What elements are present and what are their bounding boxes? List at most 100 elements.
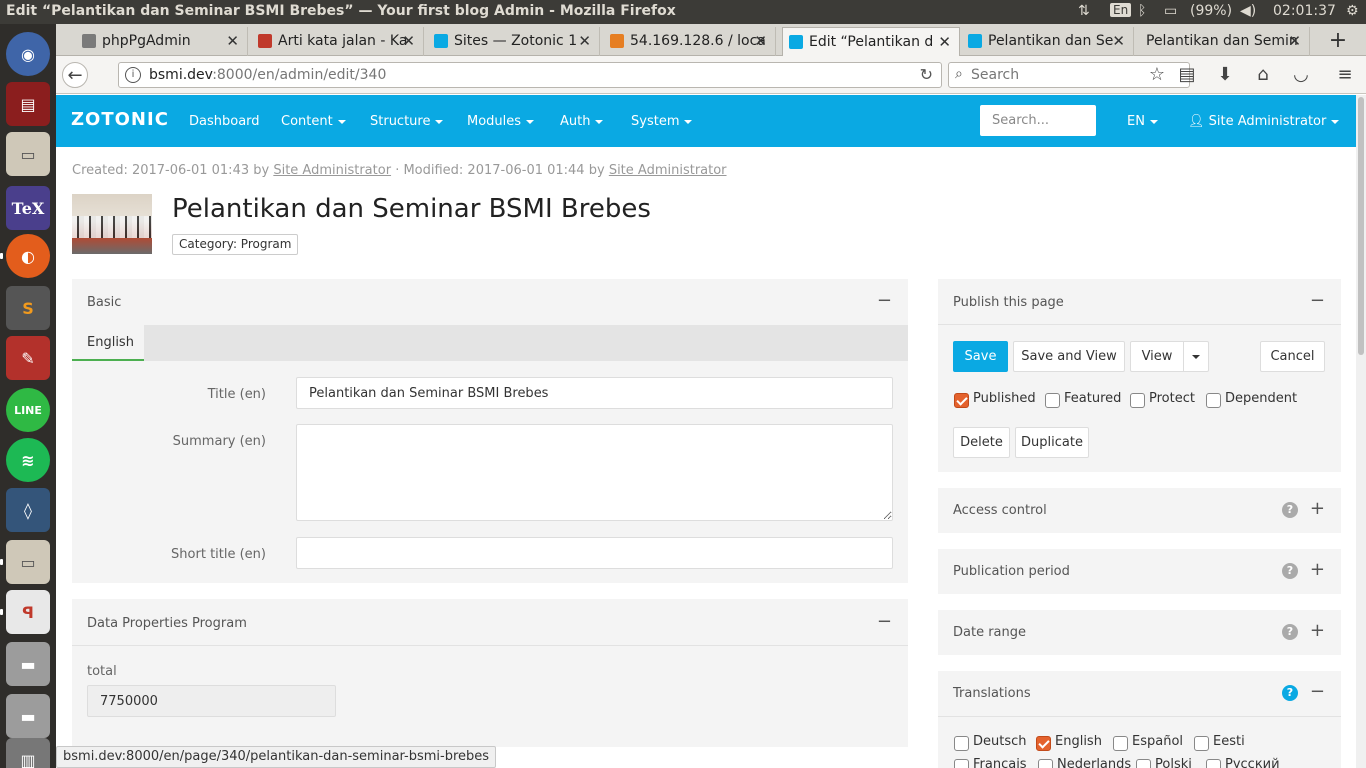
tab-english[interactable]: English bbox=[72, 325, 144, 361]
sublime-text-icon[interactable]: S bbox=[6, 286, 50, 330]
lang-nederlands-checkbox[interactable]: Nederlands bbox=[1038, 757, 1138, 768]
tab-close-icon[interactable]: ✕ bbox=[226, 32, 239, 50]
trash-icon[interactable]: ▥ bbox=[6, 738, 50, 768]
browser-tab[interactable]: phpPgAdmin ✕ bbox=[76, 27, 248, 56]
spotify-icon[interactable]: ≋ bbox=[6, 438, 50, 482]
browser-tab[interactable]: Arti kata jalan - Ka ✕ bbox=[252, 27, 424, 56]
ubuntu-dash-icon[interactable]: ◉ bbox=[6, 32, 50, 76]
nav-content[interactable]: Content bbox=[281, 114, 346, 129]
save-button[interactable]: Save bbox=[953, 341, 1008, 372]
checkbox-box[interactable] bbox=[954, 759, 969, 768]
date-range-panel[interactable]: Date range ? + bbox=[938, 610, 1341, 655]
collapse-icon[interactable]: − bbox=[1310, 290, 1325, 311]
drive-icon[interactable]: ▬ bbox=[6, 642, 50, 686]
checkbox-box[interactable] bbox=[1038, 759, 1053, 768]
access-control-panel[interactable]: Access control ? + bbox=[938, 488, 1341, 533]
tab-close-icon[interactable]: ✕ bbox=[1112, 32, 1125, 50]
terminal-app-icon[interactable]: ▤ bbox=[6, 82, 50, 126]
tab-close-icon[interactable]: ✕ bbox=[754, 32, 767, 50]
collapse-icon[interactable]: − bbox=[877, 611, 892, 632]
collapse-icon[interactable]: − bbox=[1310, 681, 1325, 702]
help-icon[interactable]: ? bbox=[1282, 502, 1298, 518]
site-info-icon[interactable]: i bbox=[125, 67, 141, 83]
checkbox-box[interactable] bbox=[1206, 393, 1221, 408]
drive-icon-2[interactable]: ▬ bbox=[6, 694, 50, 738]
tab-close-icon[interactable]: ✕ bbox=[938, 33, 951, 51]
tex-editor-icon[interactable]: TeX bbox=[6, 186, 50, 230]
home-icon[interactable]: ⌂ bbox=[1250, 62, 1276, 88]
battery-icon[interactable]: ▭ bbox=[1164, 3, 1177, 19]
publication-period-panel[interactable]: Publication period ? + bbox=[938, 549, 1341, 594]
pdf-reader-icon[interactable]: ꟼ bbox=[6, 590, 50, 634]
nav-auth[interactable]: Auth bbox=[560, 114, 604, 129]
download-icon[interactable]: ⬇ bbox=[1212, 62, 1238, 88]
checkbox-box[interactable] bbox=[1045, 393, 1060, 408]
nav-dashboard[interactable]: Dashboard bbox=[189, 114, 260, 129]
help-icon[interactable]: ? bbox=[1282, 563, 1298, 579]
browser-tab[interactable]: Sites — Zotonic 1 ✕ bbox=[428, 27, 600, 56]
expand-icon[interactable]: + bbox=[1310, 620, 1325, 641]
lang-eesti-checkbox[interactable]: Eesti bbox=[1194, 734, 1269, 752]
browser-tab[interactable]: 54.169.128.6 / loca ✕ bbox=[604, 27, 776, 56]
expand-icon[interactable]: + bbox=[1310, 498, 1325, 519]
volume-icon[interactable]: ◀) bbox=[1240, 3, 1256, 19]
bookmark-star-icon[interactable]: ☆ bbox=[1144, 62, 1170, 88]
duplicate-button[interactable]: Duplicate bbox=[1015, 427, 1089, 458]
settings-tools-icon[interactable]: ✎ bbox=[6, 336, 50, 380]
tab-close-icon[interactable]: ✕ bbox=[578, 32, 591, 50]
firefox-icon[interactable]: ◐ bbox=[6, 234, 50, 278]
collapse-icon[interactable]: − bbox=[877, 290, 892, 311]
line-messenger-icon[interactable]: LINE bbox=[6, 388, 50, 432]
lang-english-checkbox[interactable]: English bbox=[1036, 734, 1116, 752]
lang-polski-checkbox[interactable]: Polski bbox=[1136, 757, 1206, 768]
user-menu[interactable]: 👤︎ Site Administrator bbox=[1188, 114, 1340, 129]
zotonic-logo[interactable]: ZOTONIC bbox=[71, 109, 169, 130]
checkbox-box[interactable] bbox=[954, 393, 969, 408]
checkbox-box[interactable] bbox=[1036, 736, 1051, 751]
view-dropdown-button[interactable] bbox=[1183, 341, 1209, 372]
admin-search-input[interactable] bbox=[980, 105, 1096, 136]
checkbox-box[interactable] bbox=[1136, 759, 1151, 768]
checkbox-box[interactable] bbox=[954, 736, 969, 751]
browser-tab-active[interactable]: Edit “Pelantikan d ✕ bbox=[782, 27, 960, 56]
pocket-icon[interactable]: ◡ bbox=[1288, 62, 1314, 88]
hamburger-menu-icon[interactable]: ≡ bbox=[1332, 62, 1358, 88]
postgresql-icon[interactable]: ◊ bbox=[6, 488, 50, 532]
checkbox-box[interactable] bbox=[1194, 736, 1209, 751]
reload-icon[interactable]: ↻ bbox=[920, 65, 933, 84]
view-button[interactable]: View bbox=[1130, 341, 1184, 372]
protect-checkbox[interactable]: Protect bbox=[1130, 391, 1205, 409]
url-text[interactable]: bsmi.dev:8000/en/admin/edit/340 bbox=[149, 67, 386, 83]
system-gear-icon[interactable]: ⚙ bbox=[1346, 3, 1359, 19]
featured-checkbox[interactable]: Featured bbox=[1045, 391, 1130, 409]
new-tab-button[interactable]: + bbox=[1320, 28, 1356, 54]
reading-list-icon[interactable]: ▤ bbox=[1174, 62, 1200, 88]
bluetooth-icon[interactable]: ᛒ bbox=[1138, 3, 1146, 19]
network-icon[interactable]: ⇅ bbox=[1078, 3, 1090, 19]
lang-francais-checkbox[interactable]: Français bbox=[954, 757, 1039, 768]
save-and-view-button[interactable]: Save and View bbox=[1013, 341, 1125, 372]
nav-structure[interactable]: Structure bbox=[370, 114, 444, 129]
clock[interactable]: 02:01:37 bbox=[1273, 3, 1336, 19]
lang-deutsch-checkbox[interactable]: Deutsch bbox=[954, 734, 1039, 752]
browser-tab[interactable]: Pelantikan dan Semin ✕ bbox=[1138, 27, 1310, 56]
back-arrow-icon[interactable]: ← bbox=[62, 62, 88, 88]
modified-by-link[interactable]: Site Administrator bbox=[609, 163, 727, 178]
battery-percentage[interactable]: (99%) bbox=[1190, 3, 1232, 19]
total-input[interactable] bbox=[87, 685, 336, 717]
language-selector[interactable]: EN bbox=[1127, 114, 1158, 129]
forward-arrow-icon[interactable] bbox=[90, 62, 116, 88]
summary-textarea[interactable] bbox=[296, 424, 893, 521]
browser-tab[interactable]: Pelantikan dan Se ✕ bbox=[962, 27, 1134, 56]
category-badge[interactable]: Category: Program bbox=[172, 234, 299, 255]
url-bar[interactable]: i bsmi.dev:8000/en/admin/edit/340 ↻ bbox=[118, 62, 942, 88]
tab-close-icon[interactable]: ✕ bbox=[1288, 32, 1301, 50]
published-checkbox[interactable]: Published bbox=[954, 391, 1044, 409]
file-cabinet-icon-2[interactable]: ▭ bbox=[6, 540, 50, 584]
dependent-checkbox[interactable]: Dependent bbox=[1206, 391, 1297, 409]
nav-modules[interactable]: Modules bbox=[467, 114, 535, 129]
checkbox-box[interactable] bbox=[1130, 393, 1145, 408]
lang-espanol-checkbox[interactable]: Español bbox=[1113, 734, 1198, 752]
file-cabinet-icon[interactable]: ▭ bbox=[6, 132, 50, 176]
expand-icon[interactable]: + bbox=[1310, 559, 1325, 580]
